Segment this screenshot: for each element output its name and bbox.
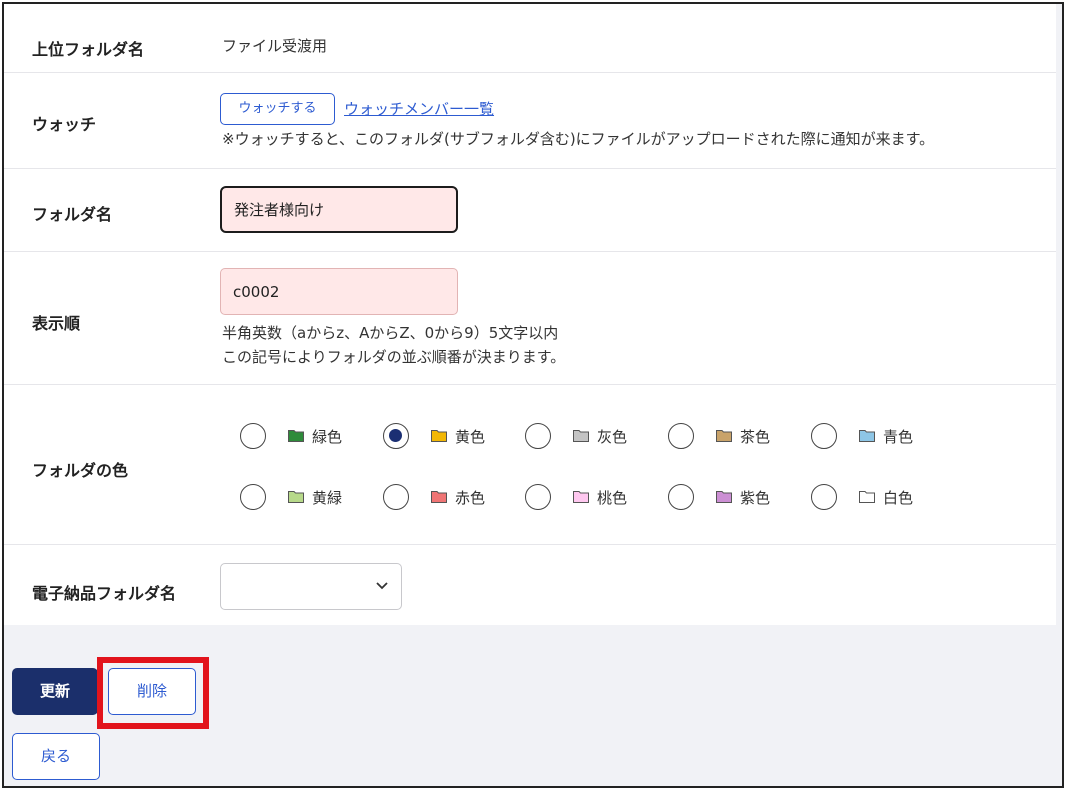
- parent-folder-row: 上位フォルダ名 ファイル受渡用: [4, 4, 1056, 73]
- folder-icon: [573, 430, 589, 442]
- color-name: 桃色: [597, 489, 628, 507]
- folder-color-row: フォルダの色 緑色 黄色 灰色 茶色 青色 黄緑 赤色 桃色 紫色 白色: [4, 385, 1056, 545]
- color-radio[interactable]: [525, 423, 551, 449]
- watch-members-link[interactable]: ウォッチメンバー一覧: [344, 98, 494, 119]
- color-name: 黄緑: [312, 489, 343, 507]
- folder-name-label: フォルダ名: [32, 205, 113, 224]
- folder-edit-form: 上位フォルダ名 ファイル受渡用 ウォッチ ウォッチする ウォッチメンバー一覧 ※…: [4, 4, 1056, 625]
- color-name: 白色: [883, 489, 914, 507]
- parent-folder-label: 上位フォルダ名: [32, 40, 145, 59]
- delivery-folder-label: 電子納品フォルダ名: [32, 584, 177, 603]
- display-order-label: 表示順: [32, 314, 81, 333]
- folder-icon: [288, 491, 304, 503]
- color-radio[interactable]: [668, 484, 694, 510]
- folder-icon: [431, 491, 447, 503]
- folder-icon: [716, 491, 732, 503]
- folder-name-row: フォルダ名: [4, 169, 1056, 252]
- watch-label: ウォッチ: [32, 115, 97, 134]
- folder-icon: [859, 491, 875, 503]
- color-radio[interactable]: [240, 423, 266, 449]
- delivery-folder-select[interactable]: [220, 563, 402, 610]
- color-name: 青色: [883, 428, 914, 446]
- color-name: 灰色: [597, 428, 628, 446]
- color-name: 緑色: [312, 428, 343, 446]
- page-frame: 上位フォルダ名 ファイル受渡用 ウォッチ ウォッチする ウォッチメンバー一覧 ※…: [2, 2, 1064, 788]
- display-order-row: 表示順 半角英数（aからz、AからZ、0から9）5文字以内 この記号によりフォル…: [4, 252, 1056, 385]
- color-radio[interactable]: [811, 423, 837, 449]
- color-name: 紫色: [740, 489, 771, 507]
- folder-name-input[interactable]: [220, 186, 458, 233]
- folder-icon: [859, 430, 875, 442]
- color-radio[interactable]: [240, 484, 266, 510]
- parent-folder-value: ファイル受渡用: [222, 37, 328, 55]
- display-order-note: この記号によりフォルダの並ぶ順番が決まります。: [222, 348, 566, 366]
- color-radio-selected[interactable]: [383, 423, 409, 449]
- delivery-folder-row: 電子納品フォルダ名: [4, 545, 1056, 625]
- watch-note: ※ウォッチすると、このフォルダ(サブフォルダ含む)にファイルがアップロードされた…: [222, 130, 935, 148]
- color-name: 黄色: [455, 428, 486, 446]
- display-order-hint: 半角英数（aからz、AからZ、0から9）5文字以内: [222, 324, 559, 342]
- color-radio[interactable]: [668, 423, 694, 449]
- chevron-down-icon: [376, 582, 388, 590]
- back-button[interactable]: 戻る: [12, 733, 100, 780]
- color-radio[interactable]: [525, 484, 551, 510]
- folder-icon: [716, 430, 732, 442]
- delete-button[interactable]: 削除: [108, 668, 196, 715]
- folder-icon: [288, 430, 304, 442]
- watch-row: ウォッチ ウォッチする ウォッチメンバー一覧 ※ウォッチすると、このフォルダ(サ…: [4, 73, 1056, 169]
- folder-icon: [431, 430, 447, 442]
- color-radio[interactable]: [383, 484, 409, 510]
- color-name: 茶色: [740, 428, 771, 446]
- folder-color-label: フォルダの色: [32, 461, 129, 480]
- update-button[interactable]: 更新: [12, 668, 98, 715]
- folder-icon: [573, 491, 589, 503]
- watch-button[interactable]: ウォッチする: [220, 93, 335, 125]
- color-name: 赤色: [455, 489, 486, 507]
- color-radio[interactable]: [811, 484, 837, 510]
- display-order-input[interactable]: [220, 268, 458, 315]
